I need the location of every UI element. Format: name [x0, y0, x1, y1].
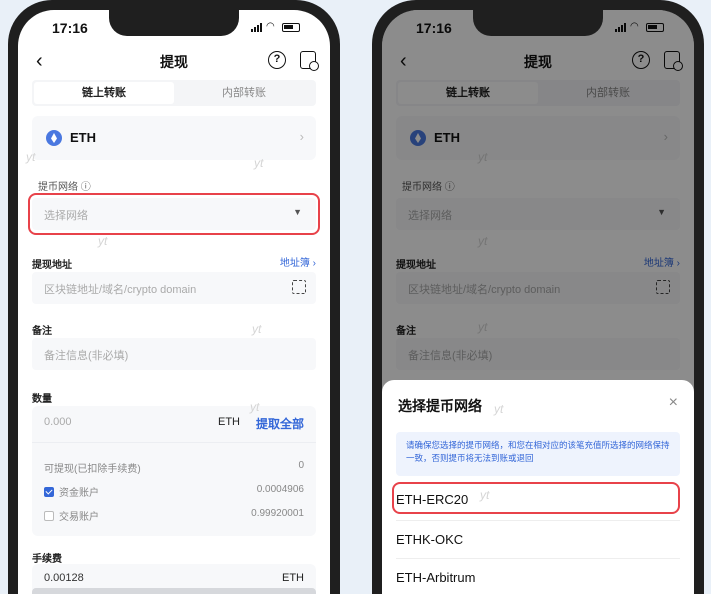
watermark: yt: [98, 234, 108, 248]
highlight-box: [28, 193, 320, 235]
address-input[interactable]: 区块链地址/域名/crypto domain: [32, 272, 316, 304]
funding-label: 资金账户: [59, 488, 99, 499]
address-book-link[interactable]: 地址簿 ›: [280, 254, 316, 269]
funding-value: 0.0004906: [256, 484, 304, 495]
notch: [473, 10, 603, 36]
transfer-tabs: 链上转账 内部转账: [32, 80, 316, 106]
battery-icon: [282, 22, 300, 32]
memo-placeholder: 备注信息(非必填): [44, 350, 129, 362]
amount-unit: ETH: [218, 416, 240, 428]
amount-label: 数量: [32, 394, 52, 405]
watermark: yt: [250, 400, 260, 414]
trading-value: 0.99920001: [251, 508, 304, 519]
watermark: yt: [494, 402, 504, 416]
memo-label: 备注: [32, 326, 52, 337]
help-icon[interactable]: ?: [268, 51, 286, 69]
coin-selector[interactable]: ETH ›: [32, 116, 316, 160]
fee-label: 手续费: [32, 554, 62, 565]
network-sheet: 选择提币网络 × 请确保您选择的提币网络，和您在相对应的该笔充值所选择的网络保持…: [382, 380, 694, 594]
address-placeholder: 区块链地址/域名/crypto domain: [44, 284, 197, 296]
address-label: 提现地址: [32, 260, 72, 271]
status-time: 17:16: [52, 20, 88, 36]
trading-account-row[interactable]: 交易账户 0.99920001: [44, 508, 304, 523]
records-icon[interactable]: [300, 51, 319, 71]
network-select-screen: 17:16 ◠ ‹ 提现 ? 链上转账 内部转账 ETH › 提币网络 ⓘ 选择…: [382, 10, 694, 594]
network-option-arbitrum[interactable]: ETH-Arbitrum: [396, 570, 475, 585]
fee-value: 0.00128: [44, 572, 84, 584]
withdraw-screen: 17:16 ◠ ‹ 提现 ? 链上转账 内部转账 ETH › 提币网络 ⓘ 选择…: [18, 10, 330, 594]
memo-input[interactable]: 备注信息(非必填): [32, 338, 316, 370]
available-value: 0: [298, 460, 304, 471]
network-option-okc[interactable]: ETHK-OKC: [396, 532, 463, 547]
coin-name: ETH: [70, 130, 96, 145]
watermark: yt: [254, 156, 264, 170]
nav-bar: ‹ 提现 ?: [18, 50, 330, 74]
chevron-right-icon: ›: [299, 129, 304, 144]
funding-account-row[interactable]: 资金账户 0.0004906: [44, 484, 304, 499]
withdraw-all-button[interactable]: 提取全部: [256, 415, 304, 432]
amount-input[interactable]: 0.000: [44, 416, 72, 428]
submit-button[interactable]: [32, 588, 316, 594]
phone-left: 17:16 ◠ ‹ 提现 ? 链上转账 内部转账 ETH › 提币网络 ⓘ 选择…: [8, 0, 340, 594]
available-row: 可提现(已扣除手续费) 0: [44, 460, 304, 475]
watermark: yt: [480, 488, 490, 502]
trading-label: 交易账户: [59, 512, 99, 523]
checkbox-checked-icon[interactable]: [44, 487, 54, 497]
network-notice: 请确保您选择的提币网络，和您在相对应的该笔充值所选择的网络保持一致，否则提币将无…: [396, 432, 680, 476]
tab-internal[interactable]: 内部转账: [174, 82, 314, 104]
tab-onchain[interactable]: 链上转账: [34, 82, 174, 104]
available-label: 可提现(已扣除手续费): [44, 464, 141, 475]
close-icon[interactable]: ×: [669, 394, 678, 412]
scan-icon[interactable]: [292, 280, 306, 294]
network-label: 提币网络 ⓘ: [38, 182, 91, 193]
notch: [109, 10, 239, 36]
phone-right: 17:16 ◠ ‹ 提现 ? 链上转账 内部转账 ETH › 提币网络 ⓘ 选择…: [372, 0, 704, 594]
checkbox-unchecked-icon[interactable]: [44, 511, 54, 521]
wifi-icon: ◠: [266, 21, 275, 32]
eth-icon: [46, 130, 62, 146]
amount-panel: 0.000 ETH 提取全部 可提现(已扣除手续费) 0 资金账户 0.0004…: [32, 406, 316, 536]
watermark: yt: [26, 150, 36, 164]
sheet-title: 选择提币网络: [398, 398, 482, 414]
highlight-box: [392, 482, 680, 514]
watermark: yt: [252, 322, 262, 336]
fee-unit: ETH: [282, 572, 304, 584]
signal-icon: [251, 22, 262, 32]
